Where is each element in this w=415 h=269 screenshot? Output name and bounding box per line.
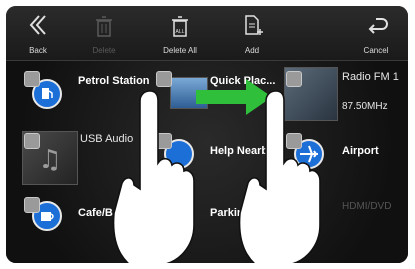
screen-frame: Back Delete ALL Delete All Add Cancel Pe… — [6, 6, 408, 263]
delete-label: Delete — [92, 46, 116, 55]
select-checkbox[interactable] — [24, 71, 40, 87]
return-arrow-icon — [368, 18, 388, 34]
hand-start-icon — [112, 90, 195, 263]
back-button[interactable]: Back — [6, 10, 70, 58]
top-toolbar: Back Delete ALL Delete All Add Cancel — [6, 6, 408, 61]
delete-all-button[interactable]: ALL Delete All — [148, 10, 212, 58]
svg-text:♫: ♫ — [38, 145, 61, 175]
back-label: Back — [29, 46, 47, 55]
cancel-label: Cancel — [363, 46, 389, 55]
delete-button[interactable]: Delete — [72, 10, 136, 58]
add-document-icon — [245, 15, 263, 35]
tile-label: Cafe/B — [78, 207, 113, 219]
hand-end-icon — [238, 90, 321, 263]
cancel-button[interactable]: Cancel — [344, 10, 408, 58]
add-label: Add — [244, 46, 260, 55]
tile-label: HDMI/DVD — [342, 201, 392, 212]
favorites-grid: Petrol Station Quick Plac... Radio FM 1 … — [6, 61, 408, 263]
trash-icon — [96, 16, 112, 37]
svg-text:ALL: ALL — [176, 29, 185, 35]
select-checkbox[interactable] — [24, 197, 40, 213]
radio-frequency: 87.50MHz — [342, 101, 388, 112]
add-button[interactable]: Add — [220, 10, 284, 58]
tile-label: Radio FM 1 — [342, 71, 399, 83]
back-icon — [29, 15, 46, 35]
tile-label: Airport — [342, 145, 379, 157]
trash-all-icon: ALL — [172, 16, 188, 37]
delete-all-label: Delete All — [163, 46, 197, 55]
select-checkbox[interactable] — [24, 133, 40, 149]
